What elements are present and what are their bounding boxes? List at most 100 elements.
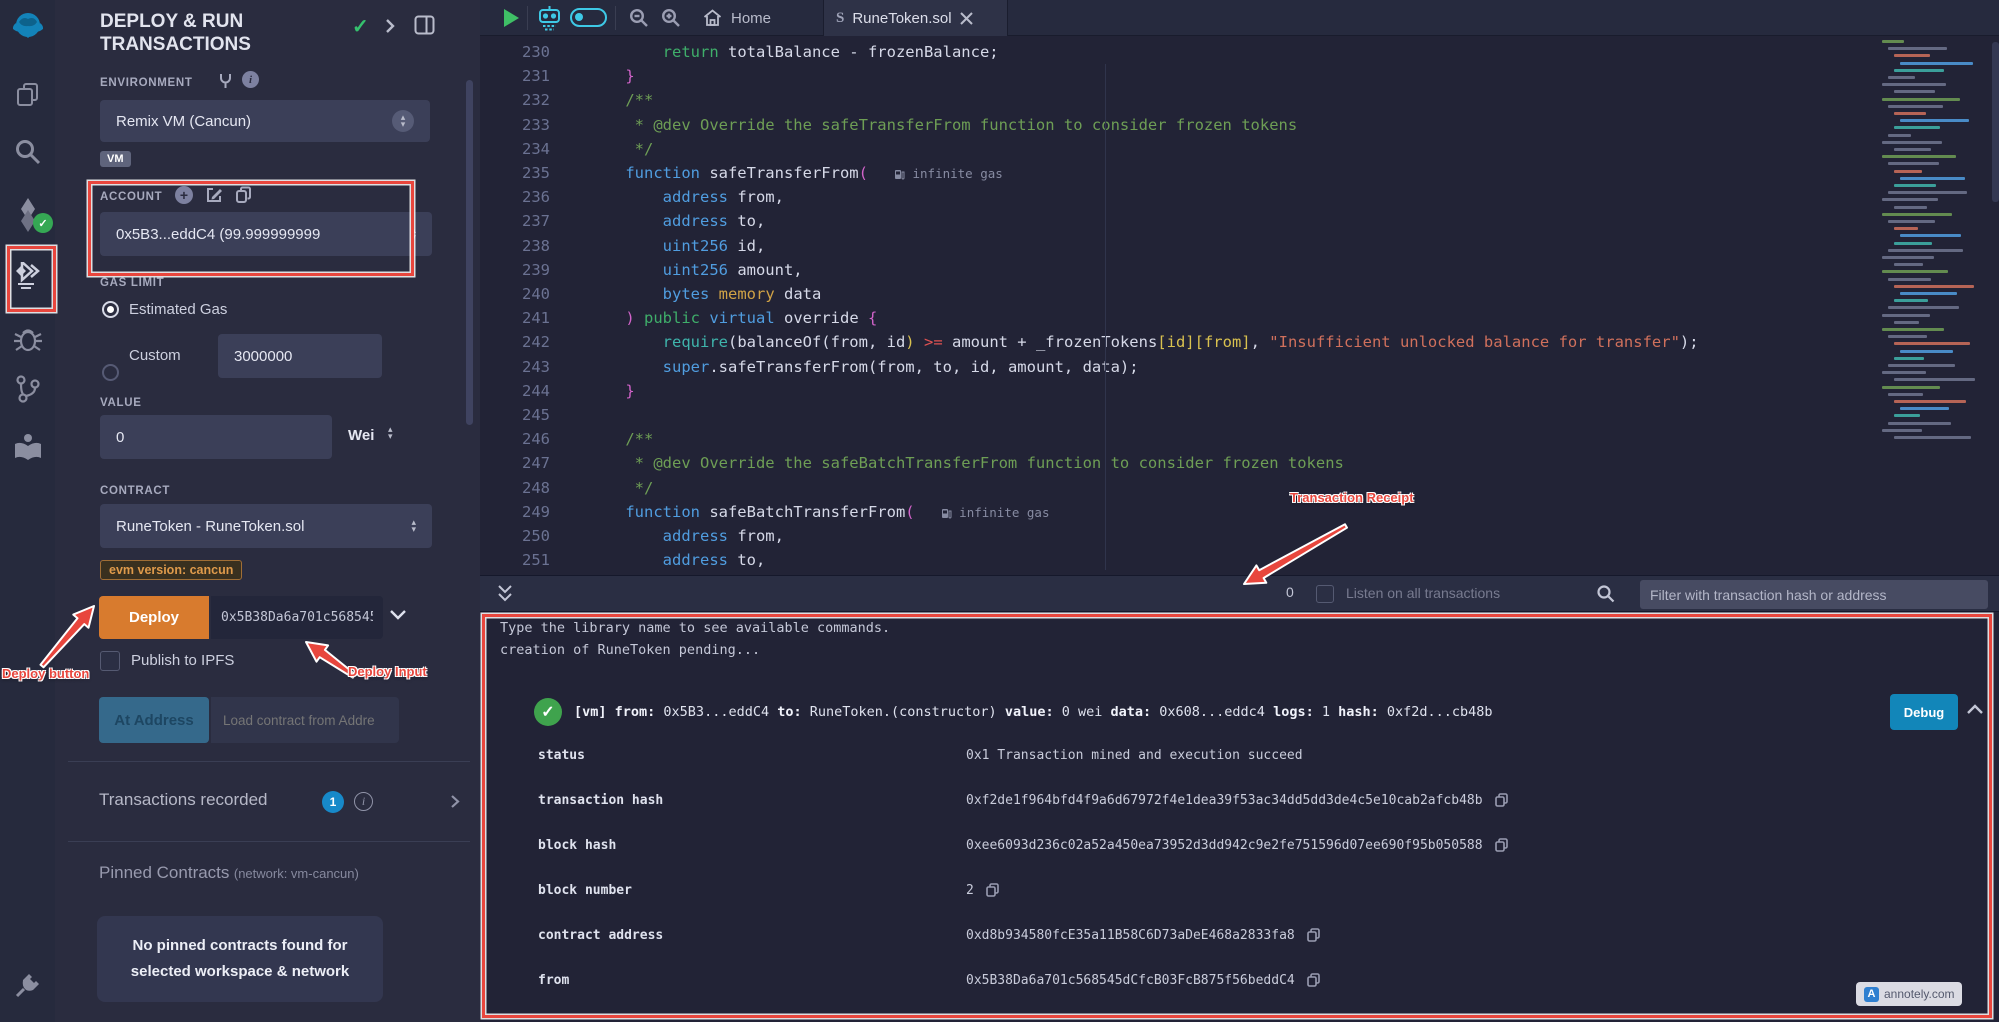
search-icon[interactable] bbox=[0, 138, 55, 165]
receipt-row-status: status0x1 Transaction mined and executio… bbox=[538, 744, 1303, 766]
transactions-expand-chevron-icon[interactable] bbox=[450, 794, 461, 814]
code-line-249[interactable]: 249 function safeBatchTransferFrom( infi… bbox=[480, 500, 1999, 524]
gas-estimate-annotation: infinite gas bbox=[941, 505, 1050, 520]
editor-scrollbar[interactable] bbox=[1992, 42, 1999, 202]
tab-runetoken[interactable]: S RuneToken.sol bbox=[823, 0, 1008, 36]
code-line-233[interactable]: 233 * @dev Override the safeTransferFrom… bbox=[480, 113, 1999, 137]
copy-account-icon[interactable] bbox=[235, 186, 252, 209]
copy-icon[interactable] bbox=[1495, 838, 1508, 852]
receipt-row-block-number: block number2 bbox=[538, 879, 999, 901]
code-line-239[interactable]: 239 uint256 amount, bbox=[480, 258, 1999, 282]
tx-success-icon: ✓ bbox=[534, 698, 562, 726]
evm-version-badge: evm version: cancun bbox=[100, 560, 242, 580]
close-tab-icon[interactable] bbox=[960, 12, 973, 25]
transactions-recorded-label: Transactions recorded bbox=[99, 790, 268, 810]
code-line-243[interactable]: 243 super.safeTransferFrom(from, to, id,… bbox=[480, 355, 1999, 379]
code-line-236[interactable]: 236 address from, bbox=[480, 185, 1999, 209]
terminal-bar: 0 Listen on all transactions bbox=[480, 575, 1999, 612]
custom-gas-radio[interactable] bbox=[102, 364, 119, 381]
annotation-label-transaction-receipt: Transaction Receipt bbox=[1290, 490, 1414, 505]
pin-panel-icon[interactable] bbox=[414, 15, 435, 40]
fork-icon[interactable] bbox=[218, 73, 233, 94]
contract-select[interactable]: RuneToken - RuneToken.sol ▴▾ bbox=[100, 504, 432, 548]
listen-checkbox[interactable] bbox=[1316, 585, 1334, 603]
terminal-log: Type the library name to see available c… bbox=[500, 620, 890, 636]
account-select[interactable]: 0x5B3...eddC4 (99.999999999 ▴▾ bbox=[100, 212, 432, 256]
deploy-run-icon[interactable] bbox=[0, 262, 55, 292]
custom-gas-input[interactable] bbox=[218, 334, 382, 378]
expand-deploy-chevron-icon[interactable] bbox=[389, 608, 407, 626]
tab-home[interactable]: Home bbox=[703, 0, 771, 36]
code-line-250[interactable]: 250 address from, bbox=[480, 524, 1999, 548]
deploy-run-panel: DEPLOY & RUN TRANSACTIONS ✓ ENVIRONMENT … bbox=[55, 0, 481, 1022]
stepper-icon[interactable]: ▴▾ bbox=[388, 426, 393, 440]
environment-value: Remix VM (Cancun) bbox=[116, 113, 251, 130]
add-account-icon[interactable]: + bbox=[175, 186, 193, 204]
terminal-filter-input[interactable] bbox=[1640, 580, 1988, 609]
remix-ide-window: ✓ DEPLOY & RUN TRANSACTIONS ✓ ENVIRONMEN… bbox=[0, 0, 1999, 1022]
receipt-row-transaction-hash: transaction hash0xf2de1f964bfd4f9a6d6797… bbox=[538, 789, 1508, 811]
debug-button[interactable]: Debug bbox=[1890, 694, 1958, 730]
divider bbox=[68, 761, 470, 762]
run-script-icon[interactable] bbox=[503, 9, 519, 32]
zoom-in-icon[interactable] bbox=[661, 8, 681, 33]
code-line-245[interactable]: 245 bbox=[480, 403, 1999, 427]
divider bbox=[68, 841, 470, 842]
code-line-232[interactable]: 232 /** bbox=[480, 88, 1999, 112]
plugin-manager-icon[interactable] bbox=[0, 970, 55, 1000]
ai-assistant-icon[interactable] bbox=[537, 5, 562, 36]
publish-ipfs-checkbox[interactable] bbox=[100, 651, 120, 671]
contract-value: RuneToken - RuneToken.sol bbox=[116, 518, 304, 535]
debugger-icon[interactable] bbox=[0, 324, 55, 354]
code-line-247[interactable]: 247 * @dev Override the safeBatchTransfe… bbox=[480, 451, 1999, 475]
remix-logo[interactable] bbox=[0, 8, 55, 46]
at-address-input[interactable] bbox=[211, 697, 399, 743]
copy-icon[interactable] bbox=[1307, 973, 1320, 987]
code-line-242[interactable]: 242 require(balanceOf(from, id) >= amoun… bbox=[480, 330, 1999, 354]
indent-guide bbox=[1105, 64, 1106, 570]
file-explorer-icon[interactable] bbox=[0, 82, 55, 108]
git-icon[interactable] bbox=[0, 374, 55, 404]
at-address-button[interactable]: At Address bbox=[99, 697, 209, 743]
code-line-234[interactable]: 234 */ bbox=[480, 137, 1999, 161]
panel-scrollbar[interactable] bbox=[466, 80, 473, 425]
code-line-244[interactable]: 244 } bbox=[480, 379, 1999, 403]
copy-icon[interactable] bbox=[1307, 928, 1320, 942]
code-editor[interactable]: 230 return totalBalance - frozenBalance;… bbox=[480, 36, 1999, 575]
code-line-238[interactable]: 238 uint256 id, bbox=[480, 234, 1999, 258]
value-unit-select[interactable]: Wei bbox=[348, 427, 374, 444]
code-line-241[interactable]: 241 ) public virtual override { bbox=[480, 306, 1999, 330]
value-input[interactable] bbox=[100, 415, 332, 459]
terminal-search-icon[interactable] bbox=[1596, 584, 1615, 608]
code-line-240[interactable]: 240 bytes memory data bbox=[480, 282, 1999, 306]
minimap[interactable] bbox=[1882, 40, 1988, 446]
code-line-248[interactable]: 248 */ bbox=[480, 476, 1999, 500]
code-line-246[interactable]: 246 /** bbox=[480, 427, 1999, 451]
estimated-gas-label: Estimated Gas bbox=[129, 301, 227, 318]
zoom-out-icon[interactable] bbox=[629, 8, 649, 33]
learneth-icon[interactable] bbox=[0, 432, 55, 462]
stepper-icon: ▴▾ bbox=[401, 114, 406, 128]
collapse-terminal-icon[interactable] bbox=[497, 584, 513, 609]
chevron-right-icon[interactable] bbox=[384, 18, 396, 39]
tx-summary[interactable]: [vm] from: 0x5B3...eddC4 to: RuneToken.(… bbox=[574, 704, 1501, 720]
code-line-231[interactable]: 231 } bbox=[480, 64, 1999, 88]
environment-select[interactable]: Remix VM (Cancun) ▴▾ bbox=[100, 100, 430, 142]
copy-icon[interactable] bbox=[1495, 793, 1508, 807]
transactions-info-icon[interactable]: i bbox=[354, 792, 373, 811]
edit-account-icon[interactable] bbox=[205, 186, 223, 209]
code-line-237[interactable]: 237 address to, bbox=[480, 209, 1999, 233]
copilot-toggle[interactable] bbox=[570, 8, 607, 27]
code-line-230[interactable]: 230 return totalBalance - frozenBalance; bbox=[480, 40, 1999, 64]
code-line-251[interactable]: 251 address to, bbox=[480, 548, 1999, 572]
deploy-input[interactable] bbox=[211, 596, 383, 639]
custom-gas-label: Custom bbox=[129, 347, 181, 364]
pinned-contracts-empty: No pinned contracts found for selected w… bbox=[97, 916, 383, 1002]
collapse-receipt-icon[interactable] bbox=[1966, 702, 1984, 720]
tab-home-label: Home bbox=[731, 10, 771, 27]
code-line-235[interactable]: 235 function safeTransferFrom( infinite … bbox=[480, 161, 1999, 185]
estimated-gas-radio[interactable] bbox=[102, 301, 119, 318]
deploy-button[interactable]: Deploy bbox=[99, 596, 209, 639]
copy-icon[interactable] bbox=[986, 883, 999, 897]
environment-info-icon[interactable]: i bbox=[242, 71, 259, 88]
